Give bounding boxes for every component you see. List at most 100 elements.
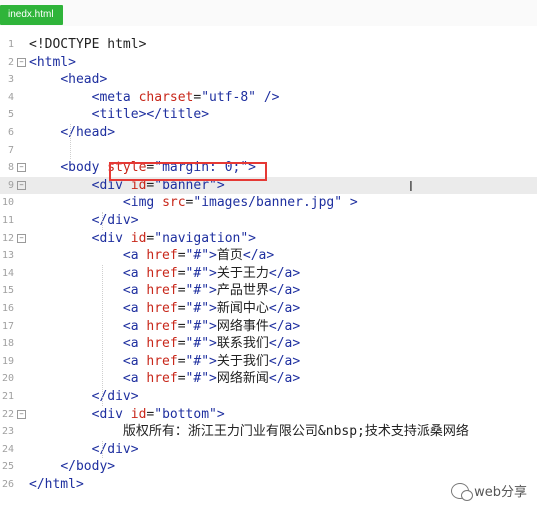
code-token: href	[146, 353, 178, 369]
watermark: web分享	[451, 481, 527, 501]
code-token: >	[209, 248, 217, 264]
code-line[interactable]: 17 <a href="#">网络事件</a>	[0, 318, 537, 336]
code-text: <a href="#">产品世界</a>	[29, 282, 300, 300]
code-line[interactable]: 18 <a href="#">联系我们</a>	[0, 335, 537, 353]
code-line[interactable]: 6 </head>	[0, 124, 537, 142]
code-line[interactable]: 9− <div id="banner">	[0, 176, 537, 195]
code-line[interactable]: 1 <!DOCTYPE html>	[0, 36, 537, 54]
code-token: "#"	[185, 283, 210, 299]
code-line[interactable]: 8− <body style="margin: 0;">	[0, 159, 537, 177]
file-tab[interactable]: inedx.html	[0, 5, 63, 25]
code-token: >	[209, 265, 217, 281]
line-number: 26	[1, 479, 14, 490]
fold-toggle-icon[interactable]: −	[17, 409, 26, 419]
code-token: "#"	[185, 353, 210, 369]
code-text: <a href="#">新闻中心</a>	[29, 300, 300, 318]
code-token: "#"	[185, 301, 210, 316]
code-text: <a href="#">联系我们</a>	[29, 335, 300, 353]
code-text: <!DOCTYPE html>	[29, 36, 146, 54]
code-token: >	[342, 195, 358, 211]
code-token: >	[209, 283, 217, 299]
code-text: <div id="bottom">	[29, 406, 225, 424]
code-token: =	[177, 265, 186, 281]
code-line[interactable]: 15 <a href="#">产品世界</a>	[0, 282, 537, 300]
code-token: =	[177, 283, 186, 299]
code-line[interactable]: 25 </body>	[0, 458, 537, 476]
code-line[interactable]: 4 <meta charset="utf-8" />	[0, 89, 537, 107]
code-line[interactable]: 20 <a href="#">网络新闻</a>	[0, 370, 537, 388]
line-number: 3	[7, 74, 14, 86]
code-line[interactable]: 13 <a href="#">首页</a>	[0, 247, 537, 265]
code-token: id	[130, 406, 147, 422]
code-token: href	[146, 318, 178, 334]
code-line[interactable]: 22− <div id="bottom">	[0, 406, 537, 424]
code-token: >	[209, 371, 217, 387]
code-line[interactable]: 2− <html>	[0, 54, 537, 72]
line-number: 24	[1, 443, 14, 455]
line-number: 1	[7, 39, 14, 50]
code-token: >	[216, 406, 225, 422]
code-token: </a>	[268, 318, 301, 334]
code-text: <head>	[29, 71, 107, 89]
code-text: <a href="#">首页</a>	[29, 247, 274, 265]
fold-toggle-icon[interactable]: −	[17, 163, 26, 173]
code-token: >	[209, 301, 217, 316]
fold-toggle-icon[interactable]: −	[17, 57, 26, 67]
code-line[interactable]: 21 </div>	[0, 388, 537, 406]
code-line[interactable]: 14 <a href="#">关于王力</a>	[0, 265, 537, 283]
code-token: "bottom"	[154, 406, 217, 422]
fold-toggle-icon[interactable]: −	[17, 180, 26, 190]
code-line[interactable]: 12− <div id="navigation">	[0, 230, 537, 248]
code-token: <a	[122, 301, 147, 316]
code-token: "navigation"	[154, 230, 249, 246]
line-number: 25	[1, 461, 14, 473]
code-token: >	[209, 336, 217, 352]
code-token: <a	[122, 265, 147, 281]
code-token: </a>	[268, 301, 301, 316]
code-text: <div id="navigation">	[29, 230, 256, 248]
code-token: =	[177, 336, 186, 352]
code-token: 关于我们	[216, 353, 269, 369]
code-text: <img src="images/banner.jpg" >	[29, 194, 358, 212]
code-token: =	[177, 318, 186, 334]
code-token: =	[177, 353, 186, 369]
code-token: </body>	[60, 459, 116, 475]
code-line[interactable]: 11 </div>	[0, 212, 537, 230]
code-token: 首页	[216, 248, 243, 264]
code-line[interactable]: 10 <img src="images/banner.jpg" >	[0, 194, 537, 212]
code-token: </a>	[268, 283, 301, 299]
watermark-text: web分享	[474, 485, 527, 500]
line-number: 23	[1, 426, 14, 438]
code-editor[interactable]: 1 <!DOCTYPE html> 2− <html> 3 <head> 4 <meta …	[0, 36, 537, 514]
line-number: 6	[7, 127, 14, 138]
code-token: </a>	[242, 248, 275, 264]
code-line[interactable]: 7	[0, 142, 537, 160]
fold-toggle-icon[interactable]: −	[17, 233, 26, 243]
code-line[interactable]: 23 版权所有：浙江王力门业有限公司&nbsp;技术支持派桑网络	[0, 423, 537, 441]
code-text: 版权所有：浙江王力门业有限公司&nbsp;技术支持派桑网络	[29, 423, 469, 441]
code-text: <html>	[29, 54, 76, 72]
code-line[interactable]: 16 <a href="#">新闻中心</a>	[0, 300, 537, 318]
code-line[interactable]: 3 <head>	[0, 71, 537, 89]
code-line[interactable]: 5 <title></title>	[0, 106, 537, 124]
code-token: </a>	[268, 353, 301, 369]
code-line[interactable]: 24 </div>	[0, 441, 537, 459]
wechat-icon	[451, 482, 474, 501]
code-line[interactable]: 19 <a href="#">关于我们</a>	[0, 353, 537, 371]
code-token: />	[256, 89, 280, 105]
code-token: "#"	[185, 248, 210, 264]
code-token: </head>	[60, 125, 116, 140]
indent-guide	[102, 440, 103, 459]
code-token: href	[146, 283, 178, 299]
indent-guide	[70, 124, 71, 160]
